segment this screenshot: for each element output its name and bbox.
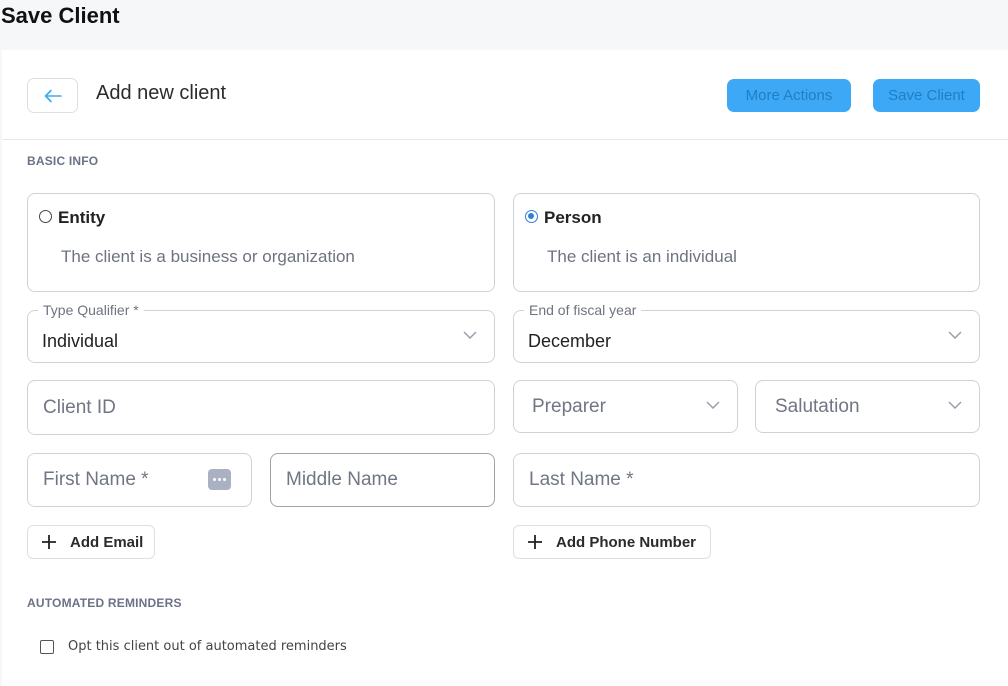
chevron-down-icon (948, 330, 962, 339)
chevron-down-icon (706, 400, 720, 409)
fiscal-year-label: End of fiscal year (524, 302, 642, 318)
automated-reminders-label: AUTOMATED REMINDERS (27, 596, 182, 610)
type-qualifier-select[interactable]: Type Qualifier * Individual (27, 302, 495, 363)
preparer-select[interactable]: Preparer (513, 380, 738, 433)
chevron-down-icon (463, 330, 477, 339)
entity-option[interactable]: Entity The client is a business or organ… (27, 193, 495, 292)
plus-icon (528, 535, 542, 549)
save-client-button[interactable]: Save Client (873, 79, 980, 112)
more-dots-icon[interactable] (208, 469, 231, 490)
form-header: Add new client More Actions Save Client (2, 50, 1008, 140)
person-radio[interactable] (525, 210, 538, 223)
opt-out-label: Opt this client out of automated reminde… (68, 639, 347, 654)
plus-icon (42, 535, 56, 549)
last-name-input[interactable]: Last Name * (513, 453, 980, 507)
page-title: Save Client (1, 3, 120, 28)
entity-description: The client is a business or organization (61, 247, 355, 266)
entity-radio[interactable] (39, 210, 52, 223)
client-id-placeholder: Client ID (43, 396, 116, 418)
fiscal-year-select[interactable]: End of fiscal year December (513, 302, 980, 363)
more-actions-button[interactable]: More Actions (727, 79, 851, 112)
type-qualifier-value: Individual (42, 331, 119, 351)
middle-name-input[interactable]: Middle Name (270, 453, 495, 507)
add-email-label: Add Email (70, 533, 144, 551)
first-name-placeholder: First Name * (43, 469, 149, 490)
opt-out-row: Opt this client out of automated reminde… (40, 639, 347, 654)
fiscal-year-value: December (528, 331, 612, 351)
person-option[interactable]: Person The client is an individual (513, 193, 980, 292)
salutation-select[interactable]: Salutation (755, 380, 980, 433)
chevron-down-icon (948, 400, 962, 409)
last-name-placeholder: Last Name * (529, 469, 634, 490)
opt-out-checkbox[interactable] (40, 639, 54, 654)
add-email-button[interactable]: Add Email (27, 525, 155, 559)
form-title: Add new client (96, 82, 227, 104)
back-button[interactable] (27, 78, 78, 113)
client-form-card: Add new client More Actions Save Client … (2, 50, 1008, 686)
basic-info-label: BASIC INFO (27, 154, 99, 168)
arrow-left-icon (44, 89, 62, 102)
salutation-placeholder: Salutation (775, 395, 860, 417)
first-name-input[interactable]: First Name * (27, 453, 252, 507)
person-title: Person (544, 208, 602, 227)
add-phone-label: Add Phone Number (556, 533, 697, 551)
add-phone-button[interactable]: Add Phone Number (513, 525, 711, 559)
entity-title: Entity (58, 208, 106, 227)
type-qualifier-label: Type Qualifier * (38, 302, 144, 318)
preparer-placeholder: Preparer (532, 395, 606, 417)
person-description: The client is an individual (547, 247, 737, 266)
middle-name-placeholder: Middle Name (286, 469, 398, 490)
client-id-input[interactable]: Client ID (27, 380, 495, 435)
